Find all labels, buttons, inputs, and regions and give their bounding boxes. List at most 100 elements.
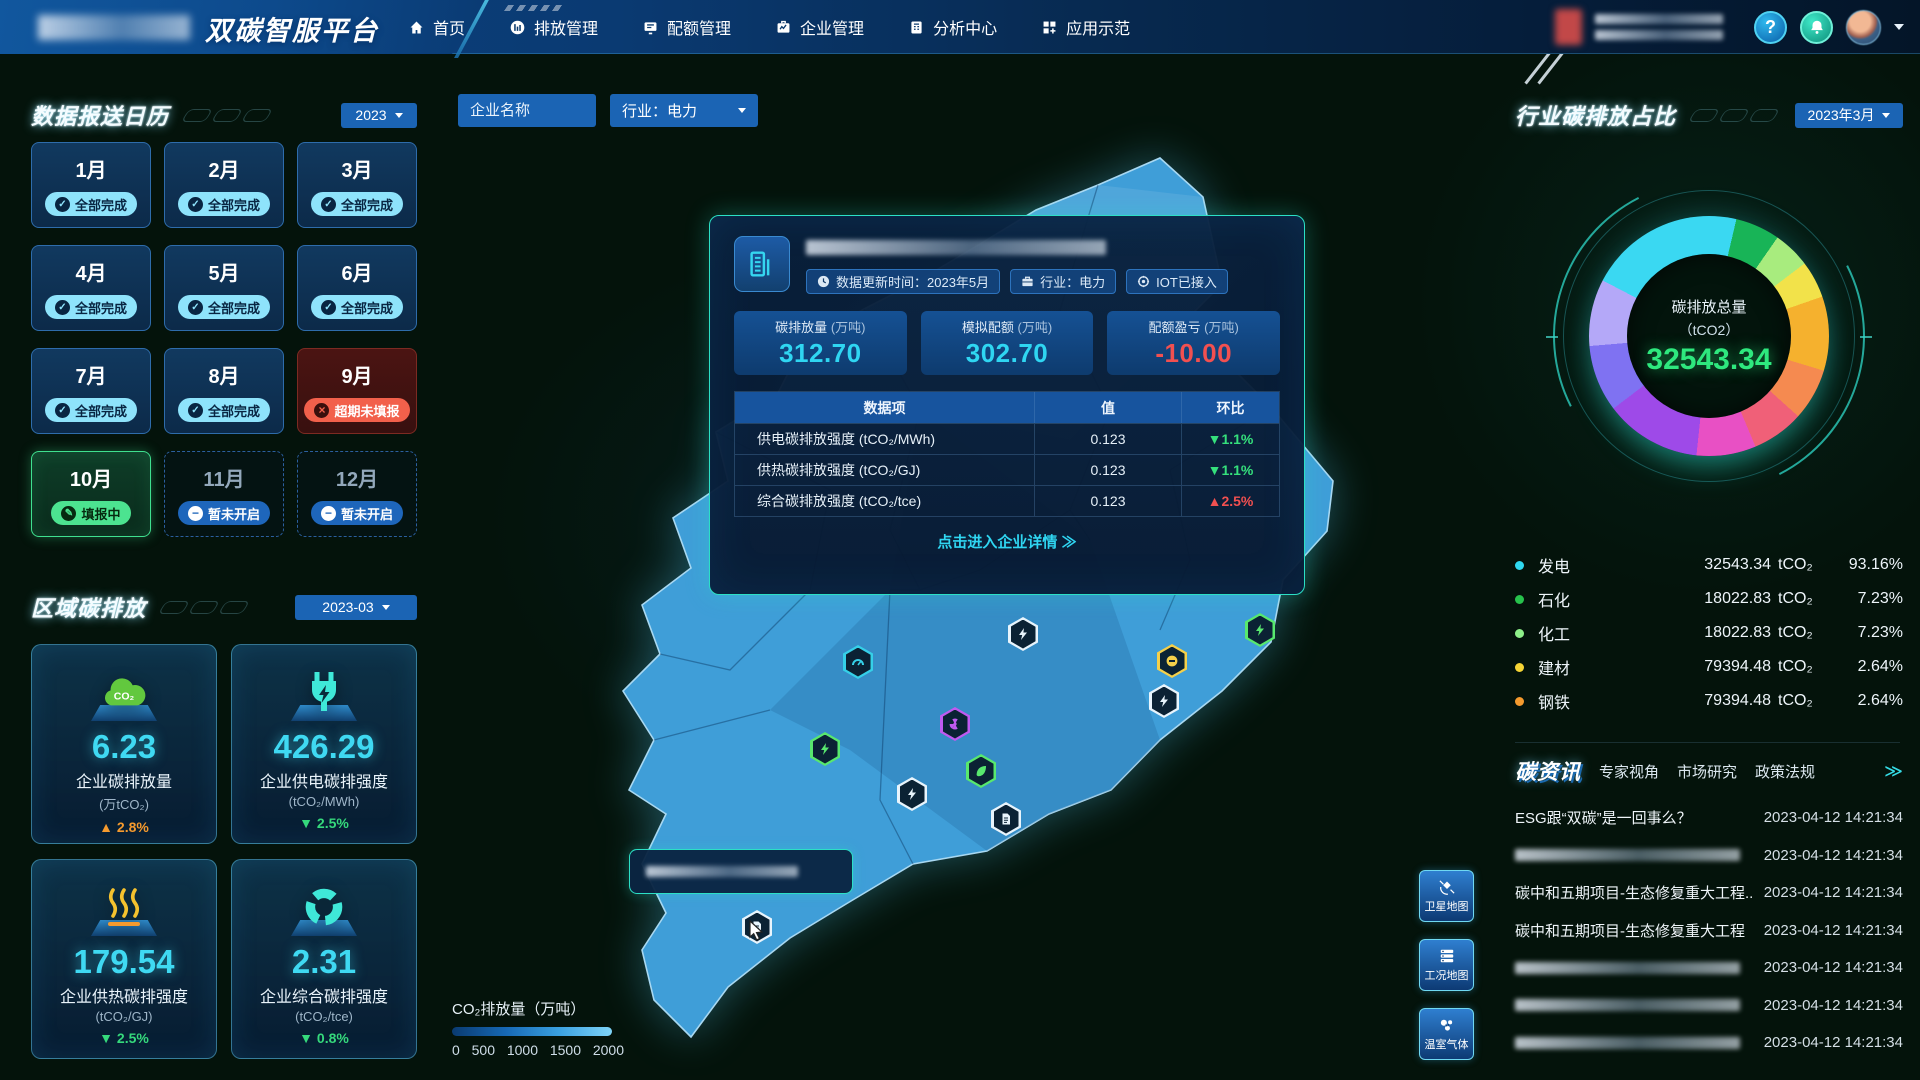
legend-title: CO₂排放量（万吨） <box>452 998 642 1019</box>
satellite-map-button[interactable]: 卫星地图 <box>1419 870 1474 922</box>
check-icon <box>188 300 203 315</box>
legend-dot <box>1515 561 1524 570</box>
map-tooltip <box>629 849 853 894</box>
nav-item-quota[interactable]: 配额管理 <box>642 15 731 39</box>
lightning-icon <box>818 742 832 756</box>
greenhouse-gas-button[interactable]: 温室气体 <box>1419 1008 1474 1060</box>
status-badge: 全部完成 <box>45 192 137 216</box>
enterprise-icon <box>775 19 792 36</box>
platform-title: 双碳智服平台 <box>205 9 379 48</box>
news-item[interactable]: ESG跟“双碳”是一回事么？ 2023-04-12 14:21:34 <box>1515 799 1903 837</box>
quota-balance-box: 配额盈亏 (万吨) -10.00 <box>1107 311 1280 375</box>
enterprise-popup: 数据更新时间：2023年5月 行业：电力 IOT已接入 碳排放量 (万吨) 31… <box>709 215 1305 595</box>
news-item[interactable]: 2023-04-12 14:21:34 <box>1515 1024 1903 1062</box>
quota-icon <box>642 19 659 36</box>
metric-card-power-intensity: 426.29 企业供电碳排强度 (tCO₂/MWh) ▼ 2.5% <box>231 644 417 844</box>
help-button[interactable]: ? <box>1754 11 1787 44</box>
news-item[interactable]: 碳中和五期项目-生态修复重大工程 2023-04-12 14:21:34 <box>1515 912 1903 950</box>
main-menu: 首页 排放管理 配额管理 企业管理 分析中心 应用示范 <box>408 0 1130 54</box>
month-card-jul[interactable]: 7月 全部完成 <box>31 348 151 434</box>
company-name-redacted <box>806 240 1106 255</box>
industry-section-title: 行业碳排放占比 <box>1515 99 1676 131</box>
metric-unit: (tCO₂/MWh) <box>289 794 360 809</box>
status-badge: 全部完成 <box>311 295 403 319</box>
month-card-dec[interactable]: 12月 暂未开启 <box>297 451 417 537</box>
nav-item-label: 企业管理 <box>800 15 864 39</box>
month-card-jun[interactable]: 6月 全部完成 <box>297 245 417 331</box>
table-header-row: 数据项 值 环比 <box>735 392 1279 423</box>
industry-month-value: 2023年3月 <box>1808 105 1875 125</box>
demo-icon <box>1041 19 1058 36</box>
leaf-icon <box>974 764 988 778</box>
industry-month-select[interactable]: 2023年3月 <box>1795 103 1903 128</box>
month-label: 8月 <box>208 360 239 389</box>
industry-legend: 发电 32543.34 tCO₂ 93.16% 石化 18022.83 tCO₂… <box>1515 548 1903 718</box>
metric-label: 企业碳排放量 <box>76 768 172 792</box>
nav-item-analysis[interactable]: 分析中心 <box>908 15 997 39</box>
working-condition-map-button[interactable]: 工况地图 <box>1419 939 1474 991</box>
redacted-text <box>1595 14 1723 24</box>
nav-item-emission[interactable]: 排放管理 <box>509 15 598 39</box>
metric-delta: ▼ 2.5% <box>99 1030 149 1046</box>
check-icon <box>55 403 70 418</box>
composite-icon <box>301 884 347 930</box>
month-label: 10月 <box>70 463 112 492</box>
status-badge: 超期未填报 <box>304 398 409 422</box>
metric-card-emission: CO₂ 6.23 企业碳排放量 (万tCO₂) ▲ 2.8% <box>31 644 217 844</box>
nav-item-demo[interactable]: 应用示范 <box>1041 15 1130 39</box>
minus-icon <box>188 506 203 521</box>
month-card-mar[interactable]: 3月 全部完成 <box>297 142 417 228</box>
status-badge: 全部完成 <box>178 295 270 319</box>
month-card-aug[interactable]: 8月 全部完成 <box>164 348 284 434</box>
metric-delta: ▼ 2.5% <box>299 815 349 831</box>
popup-table: 数据项 值 环比 供电碳排放强度 (tCO₂/MWh) 0.123 ▼1.1% … <box>734 391 1280 517</box>
notification-button[interactable] <box>1800 11 1833 44</box>
nav-item-enterprise[interactable]: 企业管理 <box>775 15 864 39</box>
metric-value: 312.70 <box>779 338 862 369</box>
nav-item-home[interactable]: 首页 <box>408 15 465 39</box>
company-search-input[interactable] <box>458 94 596 127</box>
news-item[interactable]: 2023-04-12 14:21:34 <box>1515 837 1903 875</box>
account-logo-redacted <box>1555 9 1582 45</box>
chevron-down-icon[interactable] <box>1894 24 1904 30</box>
month-card-sep[interactable]: 9月 超期未填报 <box>297 348 417 434</box>
gas-icon <box>1438 1017 1456 1033</box>
industry-select[interactable]: 行业：电力 <box>610 94 758 127</box>
news-more-link[interactable]: ≫ <box>1884 761 1903 782</box>
status-badge: 全部完成 <box>178 398 270 422</box>
news-item[interactable]: 2023-04-12 14:21:34 <box>1515 987 1903 1025</box>
user-avatar[interactable] <box>1846 10 1881 45</box>
news-item[interactable]: 碳中和五期项目-生态修复重大工程... 2023-04-12 14:21:34 <box>1515 874 1903 912</box>
dashboard-stage: 双碳智服平台 首页 排放管理 配额管理 企业管理 分析中心 <box>0 0 1920 1080</box>
tab-policy[interactable]: 政策法规 <box>1755 761 1815 782</box>
section-decor <box>1692 109 1776 122</box>
metric-label: 企业供热碳排强度 <box>60 983 188 1007</box>
tab-expert-view[interactable]: 专家视角 <box>1599 761 1659 782</box>
table-row: 供电碳排放强度 (tCO₂/MWh) 0.123 ▼1.1% <box>735 423 1279 454</box>
coin-icon <box>1165 654 1179 668</box>
edit-icon <box>61 506 76 521</box>
chevron-down-icon <box>1882 113 1890 118</box>
month-card-feb[interactable]: 2月 全部完成 <box>164 142 284 228</box>
legend-dot <box>1515 697 1524 706</box>
nav-item-label: 首页 <box>433 15 465 39</box>
month-card-may[interactable]: 5月 全部完成 <box>164 245 284 331</box>
donut-center-unit: （tCO2） <box>1679 320 1740 340</box>
legend-ticks: 0500 10001500 2000 <box>452 1042 624 1058</box>
status-badge: 全部完成 <box>45 398 137 422</box>
section-decor <box>162 601 246 614</box>
report-calendar-grid: 1月 全部完成 2月 全部完成 3月 全部完成 4月 全部完成 5月 全部完成 … <box>31 142 417 537</box>
news-item[interactable]: 2023-04-12 14:21:34 <box>1515 949 1903 987</box>
enterprise-detail-link[interactable]: 点击进入企业详情 ≫ <box>734 531 1280 552</box>
month-card-jan[interactable]: 1月 全部完成 <box>31 142 151 228</box>
emission-amount-box: 碳排放量 (万吨) 312.70 <box>734 311 907 375</box>
month-card-oct[interactable]: 10月 填报中 <box>31 451 151 537</box>
calendar-year-select[interactable]: 2023 <box>341 103 417 128</box>
emission-icon <box>509 19 526 36</box>
month-card-apr[interactable]: 4月 全部完成 <box>31 245 151 331</box>
calendar-year-value: 2023 <box>355 107 386 123</box>
tab-market-research[interactable]: 市场研究 <box>1677 761 1737 782</box>
popup-header-right: 数据更新时间：2023年5月 行业：电力 IOT已接入 <box>806 236 1280 294</box>
region-month-select[interactable]: 2023-03 <box>295 595 417 620</box>
month-card-nov[interactable]: 11月 暂未开启 <box>164 451 284 537</box>
